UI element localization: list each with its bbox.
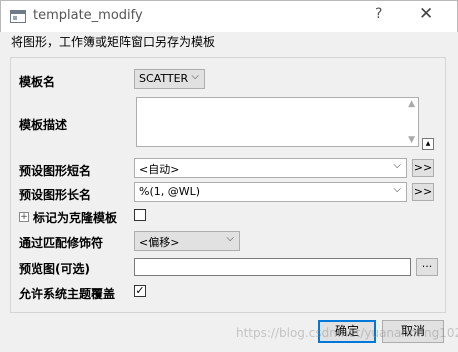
- template-desc-textarea[interactable]: ▲ ▼: [136, 97, 419, 147]
- scroll-down-icon[interactable]: ▼: [408, 135, 415, 145]
- watermark-text: https://blog.csdn.net/yuananming1020: [236, 326, 458, 340]
- long-name-more-button[interactable]: >>: [412, 183, 434, 201]
- clone-template-checkbox[interactable]: [134, 209, 146, 221]
- chevron-down-icon: ⌵: [226, 233, 234, 244]
- match-modifier-label: 通过匹配修饰符: [19, 236, 104, 250]
- template-name-dropdown[interactable]: SCATTER ⌵: [134, 69, 205, 89]
- scroll-up-icon[interactable]: ▲: [408, 99, 415, 109]
- preview-path-input[interactable]: [134, 258, 411, 276]
- window-title: template_modify: [33, 8, 143, 23]
- help-button[interactable]: ?: [375, 6, 382, 22]
- allow-theme-label: 允许系统主题覆盖: [19, 287, 116, 301]
- title-bar: template_modify ? ✕: [0, 0, 458, 32]
- expand-textarea-button[interactable]: ▲: [422, 138, 434, 150]
- long-name-combobox[interactable]: %(1, @WL) ⌵: [134, 182, 407, 202]
- short-name-label: 预设图形短名: [19, 164, 92, 178]
- template-name-value: SCATTER: [139, 72, 189, 85]
- browse-button[interactable]: ···: [416, 258, 438, 276]
- app-window-icon: [10, 10, 26, 23]
- match-modifier-value: <偏移>: [139, 236, 180, 249]
- template-name-label: 模板名: [19, 75, 56, 89]
- chevron-down-icon: ⌵: [393, 160, 401, 171]
- close-button[interactable]: ✕: [419, 4, 433, 24]
- expand-icon[interactable]: +: [19, 212, 29, 222]
- match-modifier-dropdown[interactable]: <偏移> ⌵: [134, 231, 240, 251]
- long-name-value: %(1, @WL): [139, 185, 201, 198]
- short-name-combobox[interactable]: <自动> ⌵: [134, 158, 407, 178]
- chevron-down-icon: ⌵: [393, 184, 401, 195]
- allow-theme-checkbox[interactable]: ✓: [134, 285, 146, 297]
- template-desc-label: 模板描述: [19, 118, 68, 132]
- dialog-description: 将图形，工作簿或矩阵窗口另存为模板: [11, 35, 216, 49]
- preview-label: 预览图(可选): [19, 262, 90, 276]
- short-name-value: <自动>: [139, 163, 180, 176]
- chevron-down-icon: ⌵: [191, 71, 199, 82]
- clone-template-label: 标记为克隆模板: [33, 211, 118, 225]
- short-name-more-button[interactable]: >>: [412, 159, 434, 177]
- long-name-label: 预设图形长名: [19, 188, 92, 202]
